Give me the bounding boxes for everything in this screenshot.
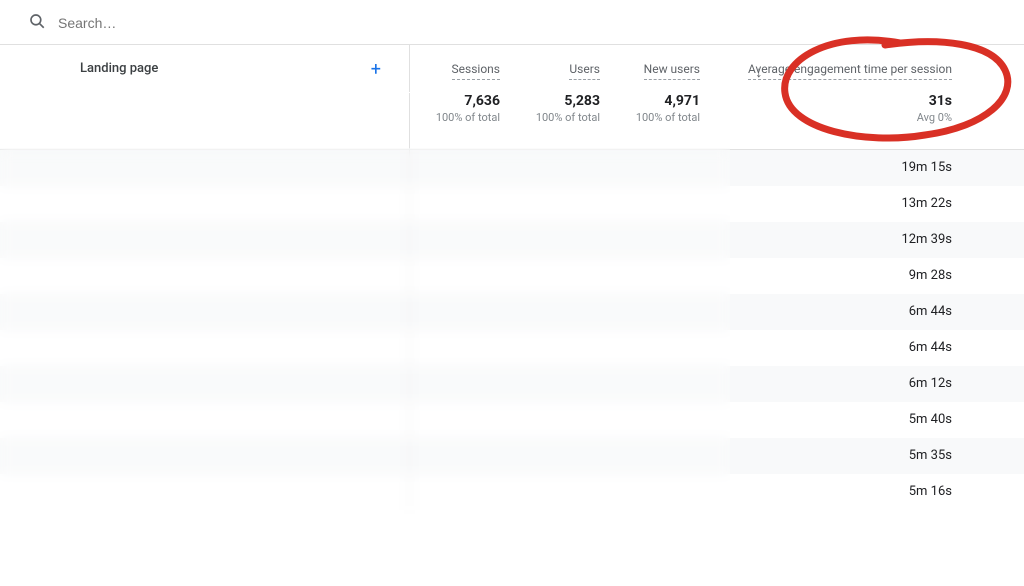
users-cell: [510, 304, 610, 320]
aet-cell: 6m 44s: [710, 332, 980, 363]
sort-descending-icon[interactable]: ↓: [755, 63, 763, 81]
users-cell: [510, 196, 610, 212]
total-sessions: 7,636: [464, 93, 500, 109]
landing-page-cell: [0, 186, 410, 222]
sessions-cell: [410, 376, 510, 392]
users-cell: [510, 340, 610, 356]
table-row[interactable]: 19m 15s: [0, 150, 1024, 186]
sessions-cell: [410, 196, 510, 212]
users-cell: [510, 484, 610, 500]
sessions-cell: [410, 340, 510, 356]
table-row[interactable]: 9m 28s: [0, 258, 1024, 294]
aet-cell: 13m 22s: [710, 188, 980, 219]
landing-page-cell: [0, 222, 410, 258]
table-row[interactable]: 6m 44s: [0, 294, 1024, 330]
totals-row: 7,636 100% of total 5,283 100% of total …: [0, 93, 1024, 150]
total-aet-sub: Avg 0%: [917, 111, 952, 124]
sessions-cell: [410, 304, 510, 320]
aet-cell: 5m 16s: [710, 476, 980, 507]
table-header-row: Landing page + Sessions Users New users …: [0, 45, 1024, 93]
total-sessions-sub: 100% of total: [436, 111, 500, 124]
table-row[interactable]: 5m 40s: [0, 402, 1024, 438]
aet-cell: 9m 28s: [710, 260, 980, 291]
sessions-cell: [410, 448, 510, 464]
total-users: 5,283: [564, 93, 600, 109]
users-cell: [510, 376, 610, 392]
new-users-cell: [610, 304, 710, 320]
new-users-cell: [610, 232, 710, 248]
aet-cell: 19m 15s: [710, 152, 980, 183]
new-users-cell: [610, 340, 710, 356]
search-input[interactable]: [58, 15, 358, 31]
aet-cell: 6m 44s: [710, 296, 980, 327]
dimension-header[interactable]: Landing page: [80, 61, 158, 76]
landing-page-cell: [0, 294, 410, 330]
column-header-avg-engagement-time[interactable]: Average engagement time per session: [748, 61, 952, 80]
total-aet: 31s: [929, 93, 952, 109]
landing-page-cell: [0, 258, 410, 294]
landing-page-cell: [0, 402, 410, 438]
table-row[interactable]: 5m 16s: [0, 474, 1024, 510]
aet-cell: 5m 40s: [710, 404, 980, 435]
landing-page-cell: [0, 330, 410, 366]
new-users-cell: [610, 448, 710, 464]
aet-cell: 5m 35s: [710, 440, 980, 471]
sessions-cell: [410, 232, 510, 248]
table-row[interactable]: 12m 39s: [0, 222, 1024, 258]
total-new-users: 4,971: [664, 93, 700, 109]
total-new-users-sub: 100% of total: [636, 111, 700, 124]
table-row[interactable]: 6m 44s: [0, 330, 1024, 366]
new-users-cell: [610, 412, 710, 428]
users-cell: [510, 268, 610, 284]
landing-page-cell: [0, 474, 410, 510]
landing-page-cell: [0, 366, 410, 402]
column-header-sessions[interactable]: Sessions: [452, 61, 500, 80]
sessions-cell: [410, 484, 510, 500]
total-users-sub: 100% of total: [536, 111, 600, 124]
new-users-cell: [610, 484, 710, 500]
landing-page-cell: [0, 150, 410, 186]
users-cell: [510, 412, 610, 428]
table-body: 19m 15s 13m 22s 12m 39s 9m 28s 6m 44s 6m 44s 6…: [0, 150, 1024, 510]
sessions-cell: [410, 160, 510, 176]
users-cell: [510, 160, 610, 176]
landing-page-cell: [0, 438, 410, 474]
users-cell: [510, 448, 610, 464]
users-cell: [510, 232, 610, 248]
aet-cell: 6m 12s: [710, 368, 980, 399]
add-dimension-button[interactable]: +: [371, 61, 381, 79]
search-icon: [28, 12, 46, 34]
column-header-new-users[interactable]: New users: [644, 61, 700, 80]
aet-cell: 12m 39s: [710, 224, 980, 255]
table-row[interactable]: 6m 12s: [0, 366, 1024, 402]
sessions-cell: [410, 412, 510, 428]
column-header-users[interactable]: Users: [569, 61, 600, 80]
new-users-cell: [610, 268, 710, 284]
table-row[interactable]: 5m 35s: [0, 438, 1024, 474]
new-users-cell: [610, 196, 710, 212]
search-bar: [0, 0, 1024, 45]
new-users-cell: [610, 160, 710, 176]
table-row[interactable]: 13m 22s: [0, 186, 1024, 222]
sessions-cell: [410, 268, 510, 284]
new-users-cell: [610, 376, 710, 392]
